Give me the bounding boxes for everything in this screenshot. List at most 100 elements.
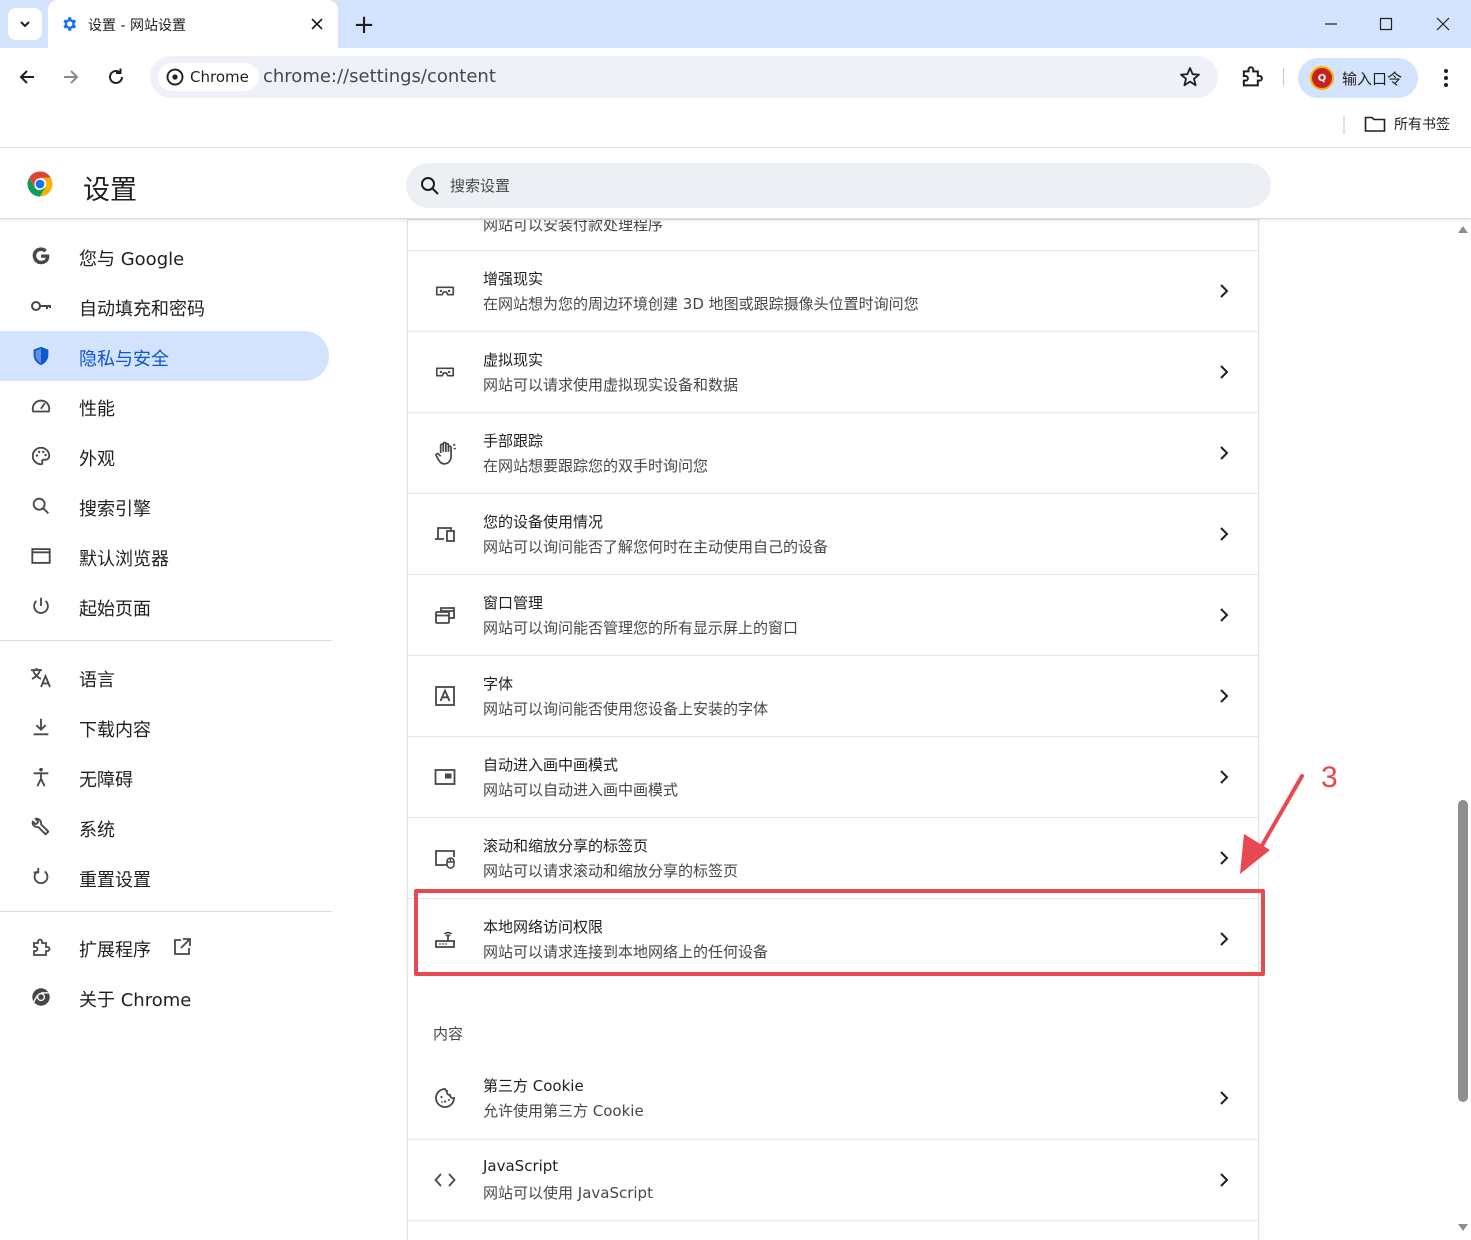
chrome-icon [29,985,53,1009]
sidebar-item-privacy[interactable]: 隐私与安全 [0,331,329,381]
sidebar-item-on-startup[interactable]: 起始页面 [0,581,329,631]
hand-icon [432,440,458,466]
annotation-arrow-icon [1240,774,1304,874]
active-tab[interactable]: 设置 - 网站设置 [48,0,338,48]
scroll-up-arrow-icon[interactable] [1458,226,1468,233]
page-scrollbar[interactable] [1455,220,1471,1240]
sidebar-item-label: 语言 [79,670,115,691]
row-description: 网站可以安装付款处理程序 [483,220,664,234]
profile-button[interactable]: Q 输入口令 [1298,58,1418,98]
sidebar-item-system[interactable]: 系统 [0,802,329,852]
row-hand-tracking[interactable]: 手部跟踪 在网站想要跟踪您的双手时询问您 [408,412,1258,493]
sidebar-item-performance[interactable]: 性能 [0,381,329,431]
site-info-chip[interactable]: Chrome [158,63,259,91]
bookmarks-divider [1343,116,1345,134]
reload-button[interactable] [100,61,132,93]
row-window-management[interactable]: 窗口管理 网站可以询问能否管理您的所有显示屏上的窗口 [408,574,1258,655]
scroll-down-arrow-icon[interactable] [1458,1224,1468,1231]
cookie-icon [432,1085,458,1111]
all-bookmarks-button[interactable]: 所有书签 [1364,114,1450,134]
sidebar-item-search-engine[interactable]: 搜索引擎 [0,481,329,531]
toolbar-divider [1283,68,1284,86]
sidebar-item-label: 性能 [79,399,115,420]
bookmarks-bar: 所有书签 [0,106,1471,148]
speedometer-icon [29,394,53,418]
chrome-icon [166,68,184,86]
new-tab-button[interactable]: + [350,12,378,38]
extensions-button[interactable] [1238,62,1266,92]
sidebar-item-you-and-google[interactable]: 您与 Google [0,231,329,281]
row-title: 虚拟现实 [483,351,544,369]
sidebar-item-autofill[interactable]: 自动填充和密码 [0,281,329,331]
sidebar-item-accessibility[interactable]: 无障碍 [0,752,329,802]
row-title: 手部跟踪 [483,432,544,450]
row-title: 自动进入画中画模式 [483,756,619,774]
back-button[interactable] [11,61,43,93]
address-bar[interactable]: Chrome chrome://settings/content [150,56,1218,98]
sidebar-item-label: 外观 [79,449,115,470]
sidebar: 您与 Google 自动填充和密码 隐私与安全 性能 外观 搜索引擎 默认浏览器… [0,220,340,1240]
row-javascript[interactable]: JavaScript 网站可以使用 JavaScript [408,1139,1258,1220]
settings-search-input[interactable]: 搜索设置 [406,163,1271,208]
row-picture-in-picture[interactable]: 自动进入画中画模式 网站可以自动进入画中画模式 [408,736,1258,817]
code-icon [432,1167,458,1193]
sidebar-item-label: 自动填充和密码 [79,299,205,320]
row-description: 网站可以请求滚动和缩放分享的标签页 [483,862,739,880]
download-icon [29,715,53,739]
puzzle-icon [29,935,53,959]
more-vert-icon [1444,69,1448,87]
avatar: Q [1310,66,1334,90]
scrollbar-thumb[interactable] [1458,800,1468,1102]
chrome-logo-icon [27,171,53,197]
window-close-button[interactable] [1428,10,1458,38]
sidebar-item-label: 搜索引擎 [79,499,151,520]
maximize-button[interactable] [1371,10,1401,38]
row-virtual-reality[interactable]: 虚拟现实 网站可以请求使用虚拟现实设备和数据 [408,331,1258,412]
bookmark-star-button[interactable] [1178,65,1202,89]
row-third-party-cookies[interactable]: 第三方 Cookie 允许使用第三方 Cookie [408,1058,1258,1139]
row-description: 网站可以请求使用虚拟现实设备和数据 [483,376,739,394]
row-description: 在网站想要跟踪您的双手时询问您 [483,457,709,475]
site-settings-card: 网站可以安装付款处理程序 增强现实 在网站想为您的周边环境创建 3D 地图或跟踪… [408,220,1258,1240]
chevron-right-icon [1214,684,1234,708]
row-fonts[interactable]: 字体 网站可以询问能否使用您设备上安装的字体 [408,655,1258,736]
forward-button[interactable] [55,61,87,93]
sidebar-item-downloads[interactable]: 下载内容 [0,702,329,752]
browser-window-icon [29,544,53,568]
sidebar-item-appearance[interactable]: 外观 [0,431,329,481]
open-in-new-icon [174,938,191,955]
reset-icon [29,865,53,889]
row-scroll-zoom-shared-tabs[interactable]: 滚动和缩放分享的标签页 网站可以请求滚动和缩放分享的标签页 [408,817,1258,898]
sidebar-item-languages[interactable]: 语言 [0,652,329,702]
shield-icon [29,344,53,368]
row-description: 网站可以询问能否了解您何时在主动使用自己的设备 [483,538,829,556]
row-augmented-reality[interactable]: 增强现实 在网站想为您的周边环境创建 3D 地图或跟踪摄像头位置时询问您 [408,250,1258,331]
tab-search-button[interactable] [8,8,42,40]
tab-close-button[interactable] [306,13,328,35]
close-icon [311,18,323,30]
row-device-usage[interactable]: 您的设备使用情况 网站可以询问能否了解您何时在主动使用自己的设备 [408,493,1258,574]
row-title: 增强现实 [483,270,544,288]
sidebar-item-about-chrome[interactable]: 关于 Chrome [0,972,329,1022]
star-icon [1180,67,1200,87]
sidebar-item-extensions[interactable]: 扩展程序 [0,922,329,972]
row-next-partial[interactable] [408,1220,1258,1240]
sidebar-item-reset[interactable]: 重置设置 [0,852,329,902]
sidebar-item-default-browser[interactable]: 默认浏览器 [0,531,329,581]
chrome-menu-button[interactable] [1432,63,1460,93]
minimize-icon [1325,23,1337,25]
chevron-right-icon [1214,603,1234,627]
reload-icon [109,68,123,84]
minimize-button[interactable] [1316,10,1346,38]
sidebar-item-label: 起始页面 [79,599,151,620]
row-description: 网站可以询问能否使用您设备上安装的字体 [483,700,769,718]
clipped-row[interactable]: 网站可以安装付款处理程序 [408,220,1258,250]
profile-label: 输入口令 [1342,69,1403,88]
url-text[interactable]: chrome://settings/content [263,66,496,87]
vr-headset-icon [432,278,458,304]
page-title: 设置 [83,175,137,206]
sidebar-item-label: 默认浏览器 [79,549,169,570]
search-placeholder: 搜索设置 [450,177,511,195]
annotation-step-number: 3 [1321,761,1338,794]
window-management-icon [432,602,458,628]
